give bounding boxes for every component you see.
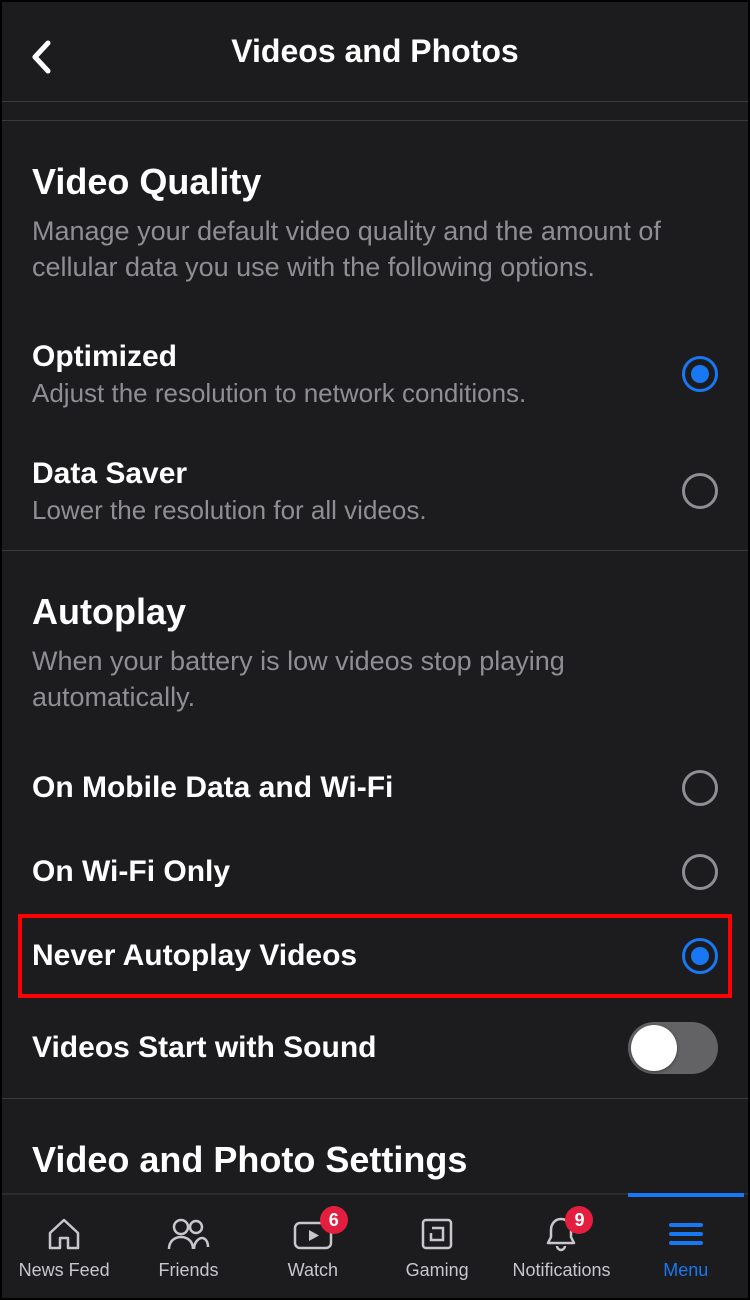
option-title: On Wi-Fi Only [32, 855, 662, 889]
tab-label: Gaming [406, 1260, 469, 1281]
option-description: Lower the resolution for all videos. [32, 495, 662, 526]
option-wifi-only[interactable]: On Wi-Fi Only [32, 830, 718, 914]
toggle-videos-sound[interactable]: Videos Start with Sound [32, 998, 718, 1098]
badge: 9 [565, 1206, 593, 1234]
radio-selected-icon[interactable] [682, 938, 718, 974]
bell-icon: 9 [543, 1212, 579, 1256]
tab-bar: News Feed Friends 6 Watch [2, 1193, 748, 1298]
header: Videos and Photos [2, 2, 748, 102]
option-optimized[interactable]: Optimized Adjust the resolution to netwo… [32, 316, 718, 433]
tab-notifications[interactable]: 9 Notifications [499, 1195, 623, 1298]
menu-icon [667, 1212, 705, 1256]
tab-menu[interactable]: Menu [624, 1195, 748, 1298]
tab-watch[interactable]: 6 Watch [251, 1195, 375, 1298]
radio-unselected-icon[interactable] [682, 770, 718, 806]
tab-news-feed[interactable]: News Feed [2, 1195, 126, 1298]
friends-icon [166, 1212, 210, 1256]
option-title: Videos Start with Sound [32, 1031, 608, 1065]
home-icon [45, 1212, 83, 1256]
tab-friends[interactable]: Friends [126, 1195, 250, 1298]
back-button[interactable] [30, 40, 52, 79]
option-data-saver[interactable]: Data Saver Lower the resolution for all … [32, 433, 718, 550]
section-video-quality: Video Quality Manage your default video … [32, 121, 718, 316]
page-title: Videos and Photos [2, 33, 748, 70]
option-title: On Mobile Data and Wi-Fi [32, 771, 662, 805]
tab-label: Notifications [512, 1260, 610, 1281]
option-title: Data Saver [32, 457, 662, 491]
section-description: When your battery is low videos stop pla… [32, 643, 718, 716]
option-never-autoplay[interactable]: Never Autoplay Videos [18, 914, 732, 998]
option-title: Never Autoplay Videos [32, 939, 662, 973]
section-title: Video Quality [32, 161, 718, 203]
toggle-knob [631, 1025, 677, 1071]
tab-label: Watch [288, 1260, 338, 1281]
badge: 6 [320, 1206, 348, 1234]
section-description: Manage your default video quality and th… [32, 213, 718, 286]
content-scroll[interactable]: Video Quality Manage your default video … [2, 102, 748, 1193]
option-mobile-wifi[interactable]: On Mobile Data and Wi-Fi [32, 746, 718, 830]
tab-label: Friends [158, 1260, 218, 1281]
chevron-left-icon [30, 40, 52, 74]
radio-unselected-icon[interactable] [682, 473, 718, 509]
section-title-video-photo-settings: Video and Photo Settings [32, 1099, 718, 1181]
gaming-icon [419, 1212, 455, 1256]
option-description: Adjust the resolution to network conditi… [32, 378, 662, 409]
section-autoplay: Autoplay When your battery is low videos… [32, 551, 718, 746]
option-title: Optimized [32, 340, 662, 374]
watch-icon: 6 [292, 1212, 334, 1256]
tab-label: News Feed [19, 1260, 110, 1281]
settings-screen: Videos and Photos Video Quality Manage y… [2, 2, 748, 1298]
tab-label: Menu [663, 1260, 708, 1281]
tab-gaming[interactable]: Gaming [375, 1195, 499, 1298]
section-title: Autoplay [32, 591, 718, 633]
radio-selected-icon[interactable] [682, 356, 718, 392]
radio-unselected-icon[interactable] [682, 854, 718, 890]
toggle-off-icon[interactable] [628, 1022, 718, 1074]
